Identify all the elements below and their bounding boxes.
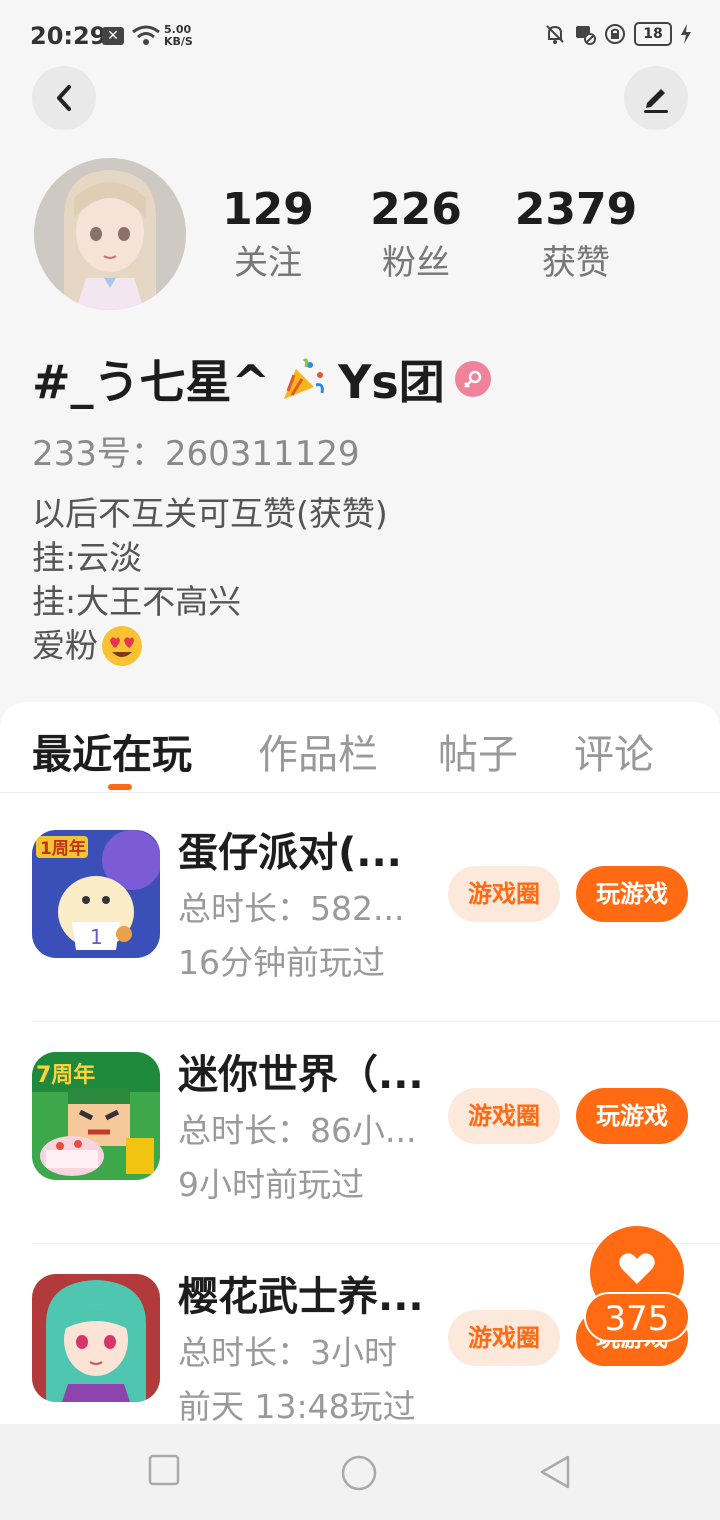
game-icon-sakura-samurai [32, 1274, 160, 1402]
heart-icon [619, 1253, 655, 1284]
status-time: 20:29 [30, 22, 107, 50]
heart-eyes-emoji [102, 626, 142, 666]
likes-count: 2379 [514, 184, 638, 235]
bio-line-with-emoji: 爱粉 [32, 624, 388, 668]
network-speed-unit: KB/S [164, 35, 193, 48]
lock-rotation-icon [605, 24, 625, 44]
bio: 以后不互关可互赞(获赞) 挂:云淡 挂:大王不高兴 爱粉 [32, 492, 388, 668]
edit-pencil-icon [644, 89, 668, 113]
message-blocked-icon [576, 26, 596, 45]
following-label: 关注 [234, 243, 302, 283]
bio-line: 挂:云淡 [32, 538, 143, 577]
stat-following[interactable]: 129 关注 [188, 182, 348, 288]
avatar-image [34, 158, 186, 310]
status-icons: 18 [544, 22, 692, 46]
game-total-time: 总时长：3小时 [178, 1333, 397, 1372]
avatar[interactable] [34, 158, 186, 310]
notification-x-icon: ✕ [102, 27, 124, 45]
game-circle-button[interactable]: 游戏圈 [448, 1310, 560, 1366]
bio-line: 爱粉 [32, 626, 98, 665]
game-circle-button[interactable]: 游戏圈 [448, 1088, 560, 1144]
tab-bar: 最近在玩 作品栏 帖子 评论 [0, 702, 720, 793]
like-count-badge: 375 [584, 1292, 690, 1342]
svg-text:1: 1 [90, 925, 103, 949]
game-icon-eggy-party: 1周年 1 [32, 830, 160, 958]
edit-profile-button[interactable] [624, 66, 688, 130]
female-gender-icon [454, 361, 491, 397]
username-part2: Ys团 [338, 355, 445, 409]
back-nav-icon[interactable] [538, 1454, 572, 1490]
tab-works[interactable]: 作品栏 [258, 722, 378, 780]
home-icon[interactable] [340, 1454, 378, 1492]
game-item[interactable]: 7周年 迷你世界（... 总时长：86小... 9小时前玩过 游戏圈 玩游戏 [0, 1022, 720, 1244]
network-speed: 5.00 KB/S [164, 24, 193, 48]
back-button[interactable] [32, 66, 96, 130]
user-id: 233号：260311129 [32, 434, 360, 474]
game-last-played: 9小时前玩过 [178, 1165, 364, 1204]
game-total-time: 总时长：86小... [178, 1111, 417, 1150]
tab-active-indicator [108, 784, 132, 790]
bio-line: 以后不互关可互赞(获赞) [32, 494, 388, 533]
game-circle-button[interactable]: 游戏圈 [448, 866, 560, 922]
game-total-time: 总时长：582... [178, 889, 405, 928]
play-game-button[interactable]: 玩游戏 [576, 1088, 688, 1144]
party-popper-emoji [284, 358, 324, 399]
stat-followers[interactable]: 226 粉丝 [336, 182, 496, 288]
play-game-button[interactable]: 玩游戏 [576, 866, 688, 922]
bio-line: 挂:大王不高兴 [32, 582, 242, 621]
game-item[interactable]: 1周年 1 蛋仔派对(... 总时长：582... 16分钟前玩过 游戏圈 玩游… [0, 800, 720, 1022]
followers-count: 226 [370, 184, 462, 235]
charging-icon [681, 24, 691, 44]
game-title: 迷你世界（... [178, 1052, 424, 1098]
chevron-left-icon [57, 85, 71, 111]
tab-recently-played[interactable]: 最近在玩 [32, 722, 192, 780]
username-part1: #_う七星^ [32, 355, 271, 409]
followers-label: 粉丝 [382, 243, 450, 283]
tab-posts[interactable]: 帖子 [438, 722, 518, 780]
stat-likes[interactable]: 2379 获赞 [496, 182, 656, 288]
svg-text:1周年: 1周年 [40, 838, 86, 859]
status-bar: 20:29 ✕ 5.00 KB/S 18 [0, 0, 720, 72]
following-count: 129 [222, 184, 314, 235]
username: #_う七星^ Ys团 [32, 346, 491, 412]
game-title: 樱花武士养... [178, 1274, 424, 1320]
recent-apps-icon[interactable] [148, 1454, 180, 1486]
tab-comments[interactable]: 评论 [574, 722, 654, 780]
game-last-played: 前天 13:48玩过 [178, 1387, 416, 1424]
svg-text:7周年: 7周年 [36, 1062, 95, 1088]
wifi-icon [132, 25, 160, 45]
battery-icon: 18 [634, 22, 672, 46]
game-last-played: 16分钟前玩过 [178, 943, 385, 982]
system-nav-bar [0, 1424, 720, 1520]
game-icon-mini-world: 7周年 [32, 1052, 160, 1180]
game-title: 蛋仔派对(... [178, 830, 402, 876]
likes-label: 获赞 [542, 243, 610, 283]
bell-muted-icon [546, 25, 564, 44]
